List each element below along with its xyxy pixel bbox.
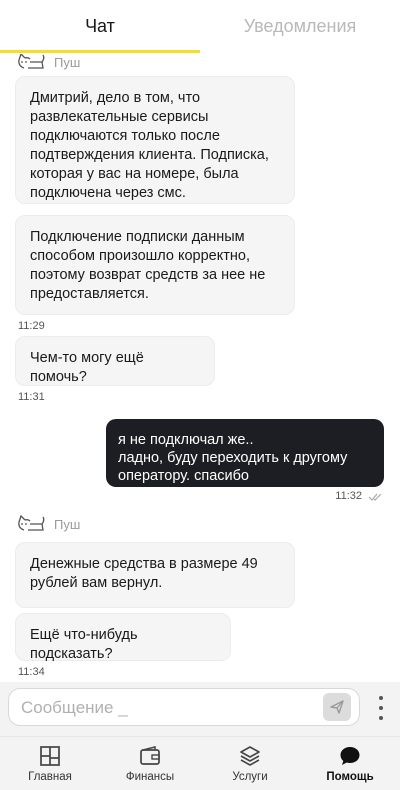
message-incoming: Дмитрий, дело в том, что развлекательные… — [15, 76, 295, 204]
tab-chat[interactable]: Чат — [0, 16, 200, 37]
nav-item-home[interactable]: Главная — [0, 737, 100, 790]
send-icon — [330, 700, 344, 714]
tab-notifications[interactable]: Уведомления — [200, 16, 400, 37]
nav-label: Главная — [28, 771, 72, 783]
composer-bar: Сообщение _ — [0, 682, 400, 736]
layers-icon — [240, 746, 260, 766]
nav-label: Финансы — [125, 771, 175, 783]
message-input[interactable]: Сообщение _ — [8, 688, 360, 726]
message-time: 11:31 — [18, 391, 45, 403]
wallet-icon — [140, 746, 160, 765]
grid-icon — [40, 746, 60, 766]
sender-name: Пуш — [54, 516, 81, 532]
message-incoming: Подключение подписки данным способом про… — [15, 215, 295, 315]
nav-label: Услуги — [232, 771, 268, 783]
send-button[interactable] — [323, 693, 351, 721]
message-outgoing: я не подключал же.. ладно, буду переходи… — [106, 419, 384, 487]
double-check-icon — [368, 493, 382, 501]
more-options-button[interactable] — [374, 696, 388, 720]
nav-label: Помощь — [326, 771, 374, 783]
message-time: 11:34 — [18, 666, 45, 678]
cat-avatar-icon — [18, 54, 45, 69]
chat-thread[interactable]: Пуш Дмитрий, дело в том, что развлекател… — [0, 54, 400, 682]
nav-item-services[interactable]: Услуги — [200, 737, 300, 790]
message-time: 11:29 — [18, 320, 45, 332]
sender-name: Пуш — [54, 54, 81, 70]
nav-item-finance[interactable]: Финансы — [100, 737, 200, 790]
speech-bubble-icon — [340, 747, 360, 765]
cat-avatar-icon — [18, 514, 45, 531]
message-time-outgoing: 11:32 — [335, 490, 382, 502]
more-vertical-icon — [379, 696, 383, 700]
message-time: 11:32 — [335, 490, 362, 502]
message-incoming: Чем-то могу ещё помочь? — [15, 336, 215, 386]
bottom-navigation: Главная Финансы Услуги Помощь — [0, 736, 400, 790]
message-incoming: Ещё что-нибудь подсказать? — [15, 613, 231, 662]
message-incoming: Денежные средства в размере 49 рублей ва… — [15, 542, 295, 608]
nav-item-help[interactable]: Помощь — [300, 737, 400, 790]
sender-header: Пуш — [16, 514, 80, 534]
sender-header: Пуш — [16, 54, 80, 72]
top-tabs: Чат Уведомления — [0, 0, 400, 54]
message-input-placeholder: Сообщение _ — [21, 698, 128, 717]
active-tab-indicator — [0, 50, 200, 53]
